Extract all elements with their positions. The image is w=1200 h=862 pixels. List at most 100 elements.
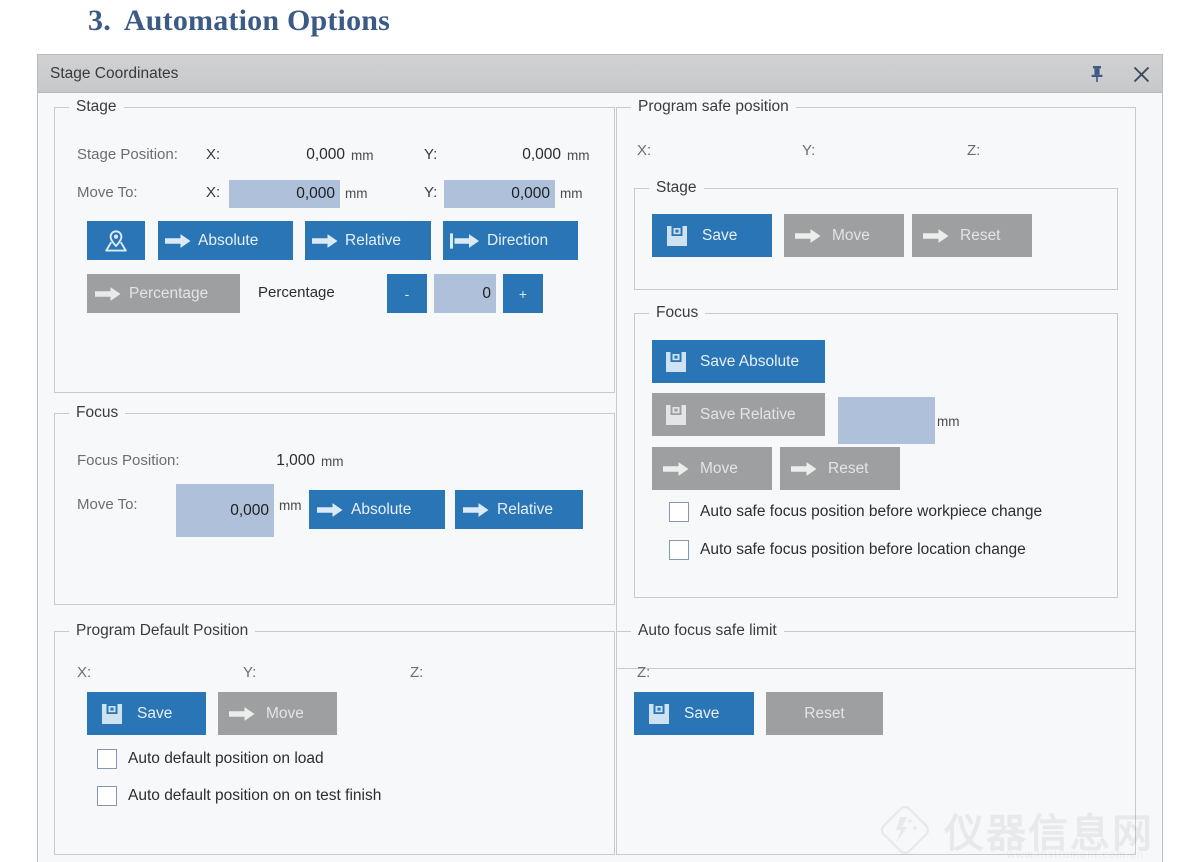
stage-position-y-value: 0,000 [522, 146, 561, 163]
pdp-move-button[interactable]: Move [218, 692, 337, 735]
stage-direction-label: Direction [487, 231, 549, 249]
psp-stage-move-button[interactable]: Move [784, 214, 904, 257]
group-auto-focus-safe-limit-legend: Auto focus safe limit [631, 622, 784, 640]
group-stage-legend: Stage [69, 98, 124, 116]
afsl-reset-label: Reset [804, 704, 845, 722]
stage-absolute-button[interactable]: Absolute [158, 221, 293, 260]
psp-focus-relative-input[interactable] [838, 397, 935, 444]
group-stage: Stage Stage Position: X: 0,000 mm Y: 0,0… [54, 98, 615, 393]
psp-focus-move-button[interactable]: Move [652, 447, 772, 490]
psp-focus-save-absolute-label: Save Absolute [700, 352, 800, 370]
pdp-x-label: X: [77, 664, 92, 681]
psp-stage-save-label: Save [702, 226, 738, 244]
focus-move-to-input[interactable] [176, 484, 274, 537]
pdp-checkbox-auto-default-on-load[interactable]: Auto default position on load [97, 749, 324, 769]
pdp-save-button[interactable]: Save [87, 692, 206, 735]
group-psp-focus-legend: Focus [649, 304, 706, 322]
stage-move-to-label: Move To: [77, 184, 138, 201]
focus-position-unit: mm [321, 454, 344, 469]
stage-relative-button[interactable]: Relative [305, 221, 431, 260]
focus-position-label: Focus Position: [77, 452, 180, 469]
arrow-right-bar-icon [443, 232, 487, 250]
focus-absolute-button[interactable]: Absolute [309, 490, 445, 529]
save-icon [87, 701, 137, 727]
page-title: 3. Automation Options [88, 4, 390, 38]
stage-position-x-unit: mm [351, 148, 374, 163]
pdp-z-label: Z: [410, 664, 424, 681]
psp-focus-checkbox-workpiece-change[interactable]: Auto safe focus position before workpiec… [669, 502, 1042, 522]
stage-move-to-x-input[interactable] [229, 180, 340, 208]
stage-percentage-label: Percentage [258, 284, 335, 301]
psp-focus-save-absolute-button[interactable]: Save Absolute [652, 340, 825, 383]
checkbox-box[interactable] [97, 749, 117, 769]
window-titlebar: Stage Coordinates [38, 55, 1162, 93]
arrow-right-icon [305, 232, 345, 250]
stage-locate-button[interactable] [87, 221, 145, 260]
arrow-right-icon [309, 501, 351, 519]
psp-stage-move-label: Move [832, 226, 870, 244]
focus-relative-button[interactable]: Relative [455, 490, 583, 529]
group-psp-stage-legend: Stage [649, 179, 704, 197]
pdp-checkbox-label-1: Auto default position on on test finish [128, 787, 382, 804]
arrow-right-icon [780, 460, 828, 478]
close-icon[interactable] [1130, 63, 1152, 85]
save-icon [652, 402, 700, 428]
psp-focus-move-label: Move [700, 459, 738, 477]
psp-focus-save-relative-button[interactable]: Save Relative [652, 393, 825, 436]
afsl-save-button[interactable]: Save [634, 692, 754, 735]
stage-move-to-y-input[interactable] [444, 180, 555, 208]
afsl-reset-button[interactable]: Reset [766, 692, 883, 735]
pdp-save-label: Save [137, 704, 173, 722]
checkbox-box[interactable] [97, 786, 117, 806]
map-pin-icon [103, 228, 129, 254]
arrow-right-icon [455, 501, 497, 519]
psp-focus-reset-button[interactable]: Reset [780, 447, 900, 490]
focus-relative-label: Relative [497, 500, 553, 518]
stage-percentage-action-label: Percentage [129, 284, 209, 302]
psp-focus-checkbox-location-change[interactable]: Auto safe focus position before location… [669, 540, 1026, 560]
arrow-right-icon [784, 227, 832, 245]
pdp-y-label: Y: [243, 664, 257, 681]
stage-position-y-label: Y: [424, 146, 438, 163]
checkbox-box[interactable] [669, 540, 689, 560]
page-title-number: 3. [88, 4, 111, 37]
afsl-save-label: Save [684, 704, 720, 722]
page-title-text: Automation Options [123, 4, 391, 37]
group-focus: Focus Focus Position: 1,000 mm Move To: … [54, 404, 615, 605]
psp-focus-reset-label: Reset [828, 459, 869, 477]
focus-move-to-label: Move To: [77, 496, 138, 513]
save-icon [634, 701, 684, 727]
stage-position-x-label: X: [206, 146, 221, 163]
psp-z-label: Z: [967, 142, 981, 159]
stage-move-to-x-label: X: [206, 184, 221, 201]
psp-focus-relative-unit: mm [937, 414, 960, 429]
stage-percentage-action-button[interactable]: Percentage [87, 274, 240, 313]
arrow-right-icon [652, 460, 700, 478]
stage-coordinates-window: Stage Coordinates Stage Stage Position: … [37, 54, 1163, 862]
group-focus-legend: Focus [69, 404, 126, 422]
stage-move-to-x-unit: mm [345, 186, 368, 201]
psp-stage-reset-button[interactable]: Reset [912, 214, 1032, 257]
psp-x-label: X: [637, 142, 652, 159]
pdp-move-label: Move [266, 704, 304, 722]
pdp-checkbox-label-0: Auto default position on load [128, 750, 324, 767]
psp-stage-save-button[interactable]: Save [652, 214, 772, 257]
stage-move-to-y-unit: mm [560, 186, 583, 201]
focus-move-to-unit: mm [279, 498, 302, 513]
save-icon [652, 223, 702, 249]
arrow-right-icon [87, 285, 129, 303]
stage-percentage-minus-button[interactable]: - [387, 274, 427, 313]
stage-percentage-input[interactable] [434, 274, 496, 313]
stage-percentage-plus-button[interactable]: + [503, 274, 543, 313]
window-title: Stage Coordinates [50, 64, 179, 82]
stage-direction-button[interactable]: Direction [443, 221, 578, 260]
group-program-default-position-legend: Program Default Position [69, 622, 256, 640]
stage-relative-label: Relative [345, 231, 401, 249]
pin-icon[interactable] [1086, 63, 1108, 85]
pdp-checkbox-auto-default-on-test-finish[interactable]: Auto default position on on test finish [97, 786, 381, 806]
psp-stage-reset-label: Reset [960, 226, 1001, 244]
psp-focus-save-relative-label: Save Relative [700, 405, 796, 423]
screenshot-root: 3. Automation Options Stage Coordinates [0, 0, 1200, 862]
group-program-safe-position-legend: Program safe position [631, 98, 796, 116]
checkbox-box[interactable] [669, 502, 689, 522]
